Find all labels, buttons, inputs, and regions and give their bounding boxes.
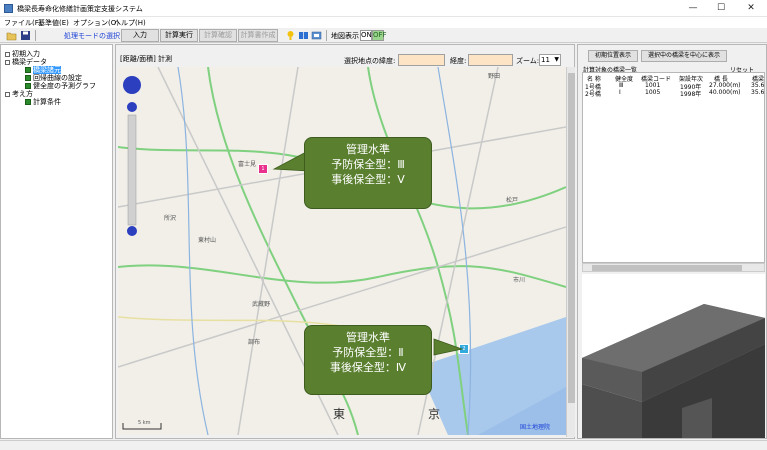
calc-check-button[interactable]: 計算確認 bbox=[199, 29, 237, 42]
mode-select-label: 処理モードの選択 bbox=[64, 32, 120, 40]
window-title: 橋梁長寿命化修繕計画策定支援システム bbox=[17, 5, 143, 13]
scroll-thumb[interactable] bbox=[568, 73, 575, 403]
save-icon[interactable] bbox=[20, 30, 31, 41]
callout-reactive: 事後保全型：Ⅳ bbox=[329, 361, 407, 374]
map-canvas[interactable]: 富士見 所沢 東村山 武蔵野 調布 野田 松戸 市川 東 京 1 2 管理水準 … bbox=[118, 67, 566, 435]
cell-length: 27.000(m) bbox=[709, 82, 741, 89]
table-row[interactable]: 2号橋 Ⅰ 1005 1998年 40.000(m) 35.6 bbox=[583, 89, 765, 98]
menu-standard[interactable]: 基準値(E) bbox=[38, 18, 69, 28]
latitude-label: 選択地点の緯度: bbox=[344, 57, 396, 65]
map-on-toggle[interactable]: ON bbox=[360, 30, 372, 41]
cell-extra: 35.6 bbox=[751, 82, 765, 89]
callout-preventive: 予防保全型：Ⅱ bbox=[332, 346, 404, 359]
menu-file[interactable]: ファイル(F) bbox=[4, 18, 42, 28]
menu-options[interactable]: オプション(O) bbox=[73, 18, 119, 28]
input-button[interactable]: 入力 bbox=[121, 29, 159, 42]
bridge-3d-view[interactable] bbox=[582, 274, 765, 438]
cell-code: 1001 bbox=[645, 82, 661, 89]
calc-run-button[interactable]: 計算実行 bbox=[160, 29, 198, 42]
place-label: 武蔵野 bbox=[252, 301, 271, 308]
toolbar-separator bbox=[326, 30, 327, 41]
latitude-field[interactable] bbox=[398, 54, 445, 66]
cell-health: Ⅰ bbox=[619, 89, 621, 96]
place-label: 松戸 bbox=[506, 197, 519, 204]
tree-item-calc-conditions[interactable]: 計算条件 bbox=[25, 97, 61, 107]
management-level-callout: 管理水準 予防保全型：Ⅲ 事後保全型：Ⅴ bbox=[304, 137, 432, 209]
navigation-tree: 初期入力 橋梁データ 橋梁諸元 回帰曲線の設定 健全度の予測グラフ 考え方 計算… bbox=[0, 44, 113, 439]
longitude-field[interactable] bbox=[468, 54, 513, 66]
place-label-large: 東 bbox=[333, 407, 346, 421]
initial-position-button[interactable]: 初期位置表示 bbox=[588, 50, 638, 62]
app-icon bbox=[4, 4, 13, 13]
tree-leaf-icon bbox=[5, 51, 10, 57]
zoom-select[interactable]: 11 ▼ bbox=[539, 54, 561, 66]
place-label-large: 京 bbox=[428, 407, 441, 421]
map-off-toggle[interactable]: OFF bbox=[372, 30, 387, 41]
place-label: 市川 bbox=[513, 277, 526, 284]
close-button[interactable]: ✕ bbox=[736, 0, 766, 17]
bridge-model bbox=[582, 304, 765, 438]
tree-item-health-forecast[interactable]: 健全度の予測グラフ bbox=[25, 81, 96, 91]
checkbox-icon[interactable] bbox=[25, 99, 31, 105]
map-display-label: 地図表示 bbox=[331, 32, 359, 40]
scroll-thumb[interactable] bbox=[592, 265, 742, 271]
scale-label: 5 km bbox=[138, 420, 151, 426]
tree-collapse-icon[interactable] bbox=[5, 91, 10, 97]
title-bar: 橋梁長寿命化修繕計画策定支援システム — ☐ ✕ bbox=[0, 0, 767, 17]
bridge-list: 名 称 健全度 橋梁コード 架設年次 橋 長 橋梁 1号橋 Ⅲ 1001 199… bbox=[582, 72, 765, 263]
management-level-callout: 管理水準 予防保全型：Ⅱ 事後保全型：Ⅳ bbox=[304, 325, 432, 395]
cell-health: Ⅲ bbox=[619, 82, 624, 89]
callout-reactive: 事後保全型：Ⅴ bbox=[331, 173, 405, 186]
callout-preventive: 予防保全型：Ⅲ bbox=[331, 158, 405, 171]
status-bar bbox=[0, 440, 767, 450]
cell-length: 40.000(m) bbox=[709, 89, 741, 96]
menu-help[interactable]: ヘルプ(H) bbox=[114, 18, 146, 28]
menu-bar: ファイル(F) 基準値(E) オプション(O) ヘルプ(H) bbox=[0, 17, 767, 28]
cell-year: 1998年 bbox=[680, 91, 702, 98]
list-horizontal-scrollbar[interactable] bbox=[582, 263, 765, 272]
list-header: 名 称 健全度 橋梁コード 架設年次 橋 長 橋梁 bbox=[583, 74, 764, 83]
book-icon[interactable] bbox=[298, 30, 309, 41]
zoom-value: 11 bbox=[541, 56, 550, 64]
callout-title: 管理水準 bbox=[346, 143, 390, 156]
zoom-label: ズーム: bbox=[516, 57, 540, 65]
open-folder-icon[interactable] bbox=[6, 30, 17, 41]
map-scrollbar[interactable] bbox=[566, 67, 575, 437]
chevron-down-icon: ▼ bbox=[554, 56, 559, 63]
center-selected-button[interactable]: 選択中の橋梁を中心に表示 bbox=[641, 50, 727, 62]
map-credit-link[interactable]: 国土地理院 bbox=[520, 422, 550, 431]
info-icon[interactable] bbox=[311, 30, 322, 41]
longitude-label: 経度: bbox=[450, 57, 467, 65]
cell-code: 1005 bbox=[645, 89, 661, 96]
place-label: 富士見 bbox=[238, 161, 257, 168]
maximize-button[interactable]: ☐ bbox=[706, 0, 736, 17]
calc-doc-button[interactable]: 計算書作成 bbox=[238, 29, 278, 42]
measure-tab[interactable]: [距離/面積] 計測 bbox=[120, 54, 172, 64]
toolbar-separator bbox=[35, 30, 36, 41]
minimize-button[interactable]: — bbox=[678, 0, 708, 17]
right-panel: 初期位置表示 選択中の橋梁を中心に表示 計算対象の橋梁一覧 リセット 名 称 健… bbox=[577, 44, 767, 439]
toolbar: 処理モードの選択 入力 計算実行 計算確認 計算書作成 地図表示 ON OFF bbox=[0, 28, 767, 43]
callout-title: 管理水準 bbox=[346, 331, 390, 344]
bridge-marker[interactable]: 2 bbox=[459, 344, 469, 354]
place-label: 所沢 bbox=[164, 215, 177, 222]
zoom-control[interactable] bbox=[122, 73, 142, 238]
place-label: 調布 bbox=[248, 339, 261, 346]
place-label: 野田 bbox=[488, 73, 501, 80]
help-icon[interactable] bbox=[285, 30, 296, 41]
place-label: 東村山 bbox=[198, 237, 217, 244]
cell-extra: 35.6 bbox=[751, 89, 765, 96]
cell-name: 2号橋 bbox=[585, 91, 601, 98]
tree-collapse-icon[interactable] bbox=[5, 59, 10, 65]
bridge-marker[interactable]: 1 bbox=[258, 164, 268, 174]
